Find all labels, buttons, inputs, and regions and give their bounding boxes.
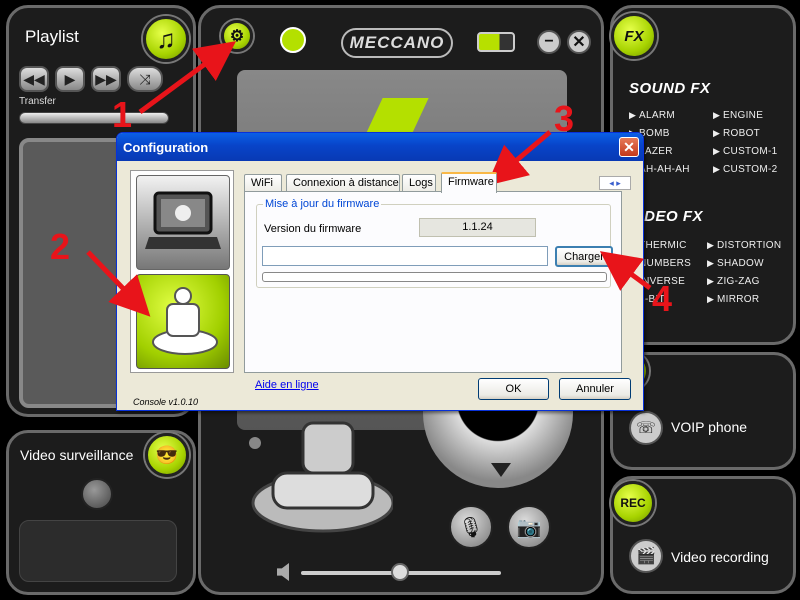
annotation-number-1: 1 — [112, 94, 133, 135]
tab-remote-connection[interactable]: Connexion à distance — [286, 174, 400, 192]
battery-icon — [477, 32, 515, 52]
brand-logo: MECCANO — [341, 28, 453, 58]
play-icon[interactable]: ▶ — [55, 66, 85, 92]
tab-scroll-arrows[interactable]: ◂ ▸ — [599, 176, 631, 190]
cancel-button[interactable]: Annuler — [559, 378, 631, 400]
rewind-icon[interactable]: ◀◀ — [19, 66, 49, 92]
sound-fx-item[interactable]: ROBOT — [713, 128, 760, 139]
firmware-version-value: 1.1.24 — [419, 218, 536, 237]
firmware-update-group: Mise à jour du firmware Version du firmw… — [256, 198, 613, 288]
console-version: Console v1.0.10 — [133, 397, 199, 407]
rec-badge[interactable]: REC — [611, 481, 655, 525]
close-button[interactable]: ✕ — [567, 30, 591, 54]
dialog-close-button[interactable]: ✕ — [619, 137, 639, 157]
fx-badge[interactable]: FX — [611, 13, 657, 59]
spy-face-icon[interactable]: 😎 — [145, 433, 189, 477]
annotation-number-4: 4 — [652, 278, 673, 319]
tab-firmware[interactable]: Firmware — [441, 172, 497, 193]
video-fx-item[interactable]: SHADOW — [707, 258, 764, 269]
tab-wifi[interactable]: WiFi — [244, 174, 282, 192]
video-fx-item[interactable]: ZIG-ZAG — [707, 276, 760, 287]
firmware-progress-bar — [262, 272, 607, 282]
clapperboard-icon[interactable]: 🎬 — [629, 539, 663, 573]
robot-image — [249, 421, 393, 533]
firmware-version-label: Version du firmware — [264, 223, 362, 235]
volume-slider-knob[interactable] — [391, 563, 409, 581]
video-fx-item[interactable]: MIRROR — [707, 294, 759, 305]
video-recording-panel: REC 🎬 Video recording — [610, 476, 796, 594]
annotation-number-3: 3 — [554, 98, 575, 139]
online-help-link[interactable]: Aide en ligne — [255, 379, 319, 391]
surveillance-screen — [19, 520, 177, 582]
robot-icon[interactable] — [136, 274, 230, 369]
microphone-button[interactable]: 🎙 — [449, 505, 493, 549]
music-note-icon[interactable]: ♫ — [143, 16, 189, 62]
shuffle-icon[interactable]: ⤨ — [127, 66, 163, 92]
transfer-progress-bar — [19, 112, 169, 124]
transfer-label: Transfer — [19, 96, 56, 107]
minimize-button[interactable]: − — [537, 30, 561, 54]
video-surveillance-panel: Video surveillance 😎 — [6, 430, 196, 595]
sound-fx-item[interactable]: CUSTOM-1 — [713, 146, 777, 157]
wireless-signal-icon[interactable] — [267, 18, 319, 62]
dialog-tabs: WiFi Connexion à distance Logs Firmware — [244, 172, 624, 193]
firmware-tab-content: Mise à jour du firmware Version du firmw… — [244, 191, 622, 373]
sound-fx-item[interactable]: ALARM — [629, 110, 675, 121]
sound-fx-title: SOUND FX — [629, 80, 711, 97]
tab-logs[interactable]: Logs — [402, 174, 436, 192]
annotation-number-2: 2 — [50, 226, 71, 267]
camera-button[interactable]: 📷 — [507, 505, 551, 549]
surveillance-title: Video surveillance — [20, 447, 134, 463]
phone-icon[interactable]: ☏ — [629, 411, 663, 445]
settings-gear-icon[interactable]: ⚙ — [221, 20, 253, 52]
ok-button[interactable]: OK — [478, 378, 549, 400]
speaker-icon — [277, 563, 289, 581]
rec-label: Video recording — [671, 549, 769, 565]
sound-fx-item[interactable]: CUSTOM-2 — [713, 164, 777, 175]
arrow-down-icon[interactable] — [491, 463, 511, 477]
playlist-title: Playlist — [25, 27, 79, 46]
video-fx-item[interactable]: DISTORTION — [707, 240, 781, 251]
dialog-sidebar — [130, 170, 234, 373]
firmware-file-input[interactable] — [262, 246, 548, 266]
sound-fx-item[interactable]: ENGINE — [713, 110, 763, 121]
load-button[interactable]: Charger — [555, 246, 613, 267]
configuration-dialog: Configuration ✕ WiFi Connexion à distanc… — [116, 132, 644, 411]
fast-forward-icon[interactable]: ▶▶ — [91, 66, 121, 92]
record-toggle-button[interactable] — [81, 478, 113, 510]
laptop-robot-icon[interactable] — [136, 175, 230, 270]
dialog-title: Configuration — [123, 140, 209, 155]
voip-label: VOIP phone — [671, 419, 748, 435]
group-title: Mise à jour du firmware — [263, 198, 382, 210]
